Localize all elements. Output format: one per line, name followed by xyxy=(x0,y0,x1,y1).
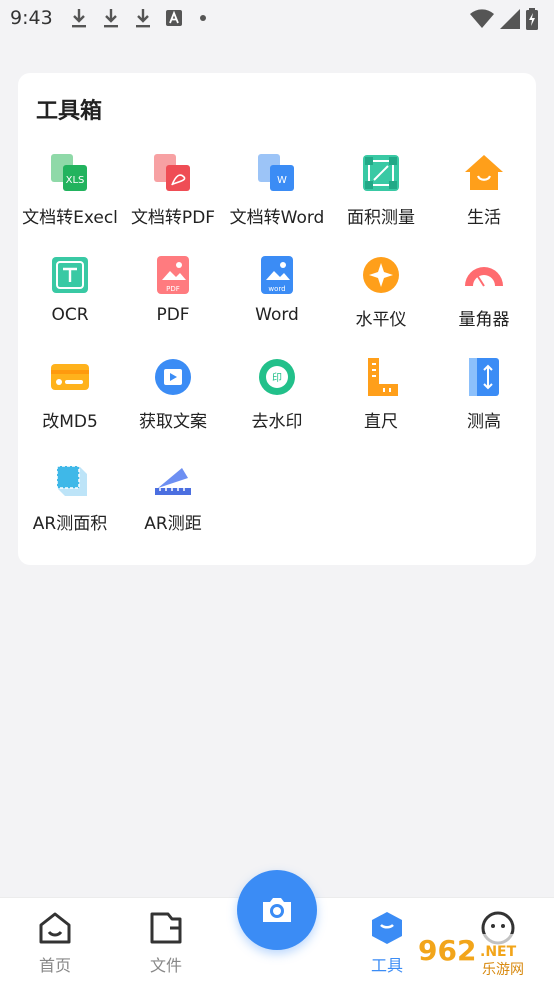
tool-ar-distance[interactable]: AR测距 xyxy=(118,458,228,558)
tool-label: AR测距 xyxy=(144,514,202,534)
notification-icons xyxy=(70,7,210,29)
tool-label: Word xyxy=(255,305,299,325)
tool-label: 文档转Word xyxy=(229,208,325,228)
tool-label: 获取文案 xyxy=(139,412,207,432)
ar-area-icon xyxy=(56,465,87,496)
tool-word[interactable]: word Word xyxy=(222,254,332,354)
svg-text:word: word xyxy=(268,285,285,293)
tool-label: 文档转PDF xyxy=(130,208,216,228)
download-icon xyxy=(72,9,86,28)
svg-text:印: 印 xyxy=(272,372,282,384)
tool-label: 文档转Execl xyxy=(22,208,118,228)
get-copy-icon xyxy=(155,359,191,395)
camera-button[interactable] xyxy=(237,870,317,950)
doc-to-word-icon: W xyxy=(258,154,294,191)
md5-card-icon xyxy=(51,364,89,390)
toolbox-title: 工具箱 xyxy=(36,99,103,124)
tool-label: 去水印 xyxy=(251,412,303,432)
tool-label: 面积测量 xyxy=(347,208,415,228)
remove-watermark-icon: 印 xyxy=(259,359,295,395)
watermark-suffix: .NET xyxy=(480,944,517,960)
tool-ruler[interactable]: 直尺 xyxy=(326,356,436,456)
nav-files-label: 文件 xyxy=(149,956,182,975)
tool-ar-area[interactable]: AR测面积 xyxy=(15,458,125,558)
life-home-icon xyxy=(465,155,503,190)
tool-label: PDF xyxy=(156,305,190,325)
tool-area-measure[interactable]: 面积测量 xyxy=(326,152,436,252)
area-measure-icon xyxy=(363,155,399,191)
tool-label: 改MD5 xyxy=(42,412,98,432)
pdf-icon: PDF xyxy=(157,256,189,294)
tool-level[interactable]: 水平仪 xyxy=(326,254,436,354)
tool-label: 测高 xyxy=(467,412,501,432)
nav-files[interactable]: 文件 xyxy=(131,910,201,976)
tool-ocr[interactable]: OCR xyxy=(15,254,125,354)
svg-text:XLS: XLS xyxy=(66,175,85,186)
toolbox-card: 工具箱 XLS 文档转Execl 文档转PDF W 文档转Word 面积测量 生… xyxy=(18,73,536,565)
folder-icon xyxy=(150,912,182,944)
tool-label: 直尺 xyxy=(364,412,398,432)
home-icon xyxy=(39,912,71,944)
status-time: 9:43 xyxy=(10,7,53,29)
tool-height-measure[interactable]: 测高 xyxy=(429,356,539,456)
download-icon xyxy=(104,9,118,28)
tool-label: AR测面积 xyxy=(32,514,108,534)
watermark-logo: 962 .NET 乐游网 xyxy=(408,930,546,980)
status-bar: 9:43 xyxy=(0,0,554,40)
tool-life[interactable]: 生活 xyxy=(429,152,539,252)
word-icon: word xyxy=(261,256,293,294)
tools-hexagon-icon xyxy=(372,912,402,944)
watermark-sub: 乐游网 xyxy=(482,962,524,978)
tool-label: 生活 xyxy=(467,208,501,228)
ar-distance-icon xyxy=(155,468,191,495)
tool-protractor[interactable]: 量角器 xyxy=(429,254,539,354)
ocr-icon xyxy=(52,257,88,293)
tool-md5[interactable]: 改MD5 xyxy=(15,356,125,456)
download-icon xyxy=(136,9,150,28)
doc-to-excel-icon: XLS xyxy=(51,154,87,191)
app-a-icon xyxy=(166,10,182,26)
tool-label: 水平仪 xyxy=(355,310,407,330)
tool-label: OCR xyxy=(51,305,89,325)
camera-icon xyxy=(263,898,291,922)
tool-label: 量角器 xyxy=(458,310,510,330)
tool-doc-to-word[interactable]: W 文档转Word xyxy=(222,152,332,252)
nav-home[interactable]: 首页 xyxy=(20,910,90,976)
battery-icon xyxy=(526,8,538,30)
dot-icon xyxy=(200,15,206,21)
ruler-icon xyxy=(368,358,398,396)
tool-get-copy[interactable]: 获取文案 xyxy=(118,356,228,456)
tool-pdf[interactable]: PDF PDF xyxy=(118,254,228,354)
doc-to-pdf-icon xyxy=(154,154,190,191)
watermark-962-icon: 962 .NET 乐游网 xyxy=(410,934,544,978)
system-icons xyxy=(470,8,538,30)
tool-doc-to-excel[interactable]: XLS 文档转Execl xyxy=(15,152,125,252)
svg-text:W: W xyxy=(277,175,287,186)
protractor-icon xyxy=(465,267,503,287)
wifi-icon xyxy=(470,9,494,28)
height-measure-icon xyxy=(469,358,499,396)
tool-doc-to-pdf[interactable]: 文档转PDF xyxy=(118,152,228,252)
watermark-number: 962 xyxy=(418,934,476,967)
tool-remove-watermark[interactable]: 印 去水印 xyxy=(222,356,332,456)
signal-icon xyxy=(500,9,520,29)
nav-home-label: 首页 xyxy=(38,956,71,975)
svg-text:PDF: PDF xyxy=(166,285,180,293)
level-icon xyxy=(363,257,399,293)
